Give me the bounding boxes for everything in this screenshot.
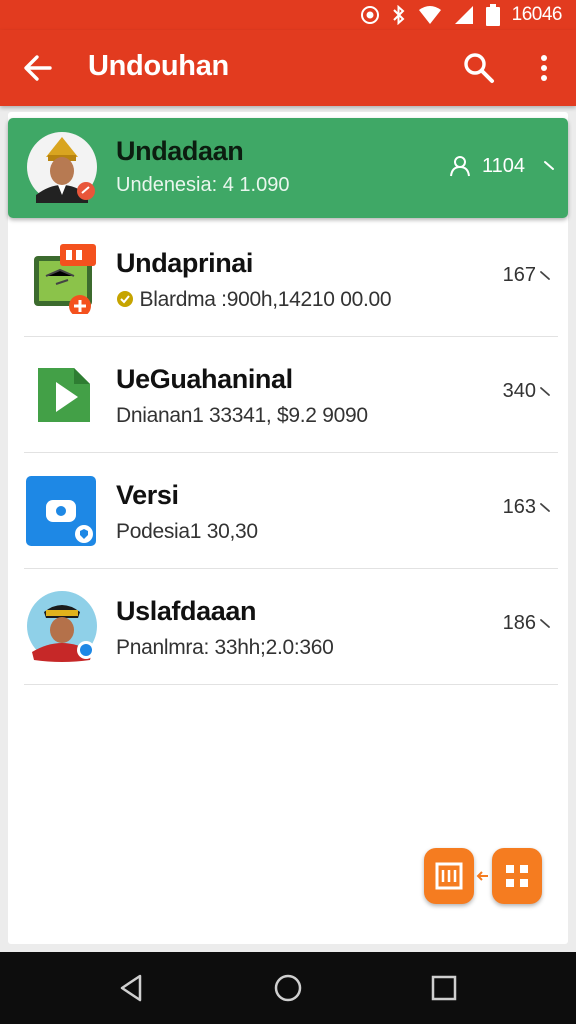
camera-app-icon <box>26 476 96 546</box>
list-item[interactable]: Uslafdaaan Pnanlmra: 33hh;2.0:360 186 <box>24 570 558 685</box>
settings-button[interactable] <box>492 848 542 904</box>
item-count: 163 <box>502 496 536 518</box>
arrow-icon <box>476 871 488 881</box>
nav-recents-icon[interactable] <box>428 972 460 1004</box>
record-icon <box>360 6 379 24</box>
chevron-icon[interactable] <box>538 616 552 630</box>
bluetooth-icon <box>392 5 405 25</box>
status-bar: 16046 <box>0 0 576 30</box>
fab-group <box>424 848 542 904</box>
status-icons: 16046 <box>360 4 563 26</box>
item-detail: Dnianan1 33341, $9.2 9090 <box>116 404 368 427</box>
chevron-icon[interactable] <box>538 384 552 398</box>
signal-icon <box>454 6 473 24</box>
item-name: UeGuahaninal <box>116 364 293 394</box>
list-item[interactable]: Undaprinai Blardma :900h,14210 00.00 167 <box>24 222 558 337</box>
item-count: 1104 <box>482 155 526 177</box>
play-file-icon <box>38 368 90 422</box>
item-name: Undaprinai <box>116 248 254 278</box>
clock: 16046 <box>511 4 563 25</box>
presentation-icon <box>34 244 96 314</box>
check-badge-icon <box>117 291 133 307</box>
navigation-bar <box>0 952 576 1024</box>
chevron-icon[interactable] <box>538 268 552 282</box>
page-title: Undouhan <box>88 50 229 82</box>
list-item-active[interactable]: Undadaan Undenesia: 4 1.090 1104 <box>8 118 568 218</box>
arrow-left-icon[interactable] <box>22 48 54 88</box>
more-vert-icon[interactable] <box>530 48 558 88</box>
wifi-icon <box>418 6 441 24</box>
item-detail-text: Blardma :900h,14210 00.00 <box>139 288 392 311</box>
search-icon[interactable] <box>460 48 498 88</box>
item-name: Undadaan <box>116 136 244 166</box>
pause-all-button[interactable] <box>424 848 474 904</box>
chevron-up-icon[interactable] <box>542 158 556 172</box>
item-name: Uslafdaaan <box>116 596 257 626</box>
item-detail: Podesia1 30,30 <box>116 520 258 543</box>
avatar <box>27 132 97 203</box>
user-icon <box>450 156 470 177</box>
chevron-icon[interactable] <box>538 500 552 514</box>
grid-icon <box>506 865 528 887</box>
item-count: 167 <box>502 264 536 286</box>
download-list-icon <box>435 862 463 890</box>
app-bar: Undouhan <box>0 30 576 106</box>
item-name: Versi <box>116 480 179 510</box>
item-detail: Pnanlmra: 33hh;2.0:360 <box>116 636 334 659</box>
list-item[interactable]: Versi Podesia1 30,30 163 <box>24 454 558 569</box>
item-detail: Blardma :900h,14210 00.00 <box>116 288 392 312</box>
item-count: 340 <box>502 380 536 402</box>
nav-back-icon[interactable] <box>116 972 148 1004</box>
list-item[interactable]: UeGuahaninal Dnianan1 33341, $9.2 9090 3… <box>24 338 558 453</box>
item-count: 186 <box>502 612 536 634</box>
avatar <box>27 591 97 662</box>
battery-icon <box>485 4 500 26</box>
item-detail: Undenesia: 4 1.090 <box>116 174 290 196</box>
nav-home-icon[interactable] <box>272 972 304 1004</box>
